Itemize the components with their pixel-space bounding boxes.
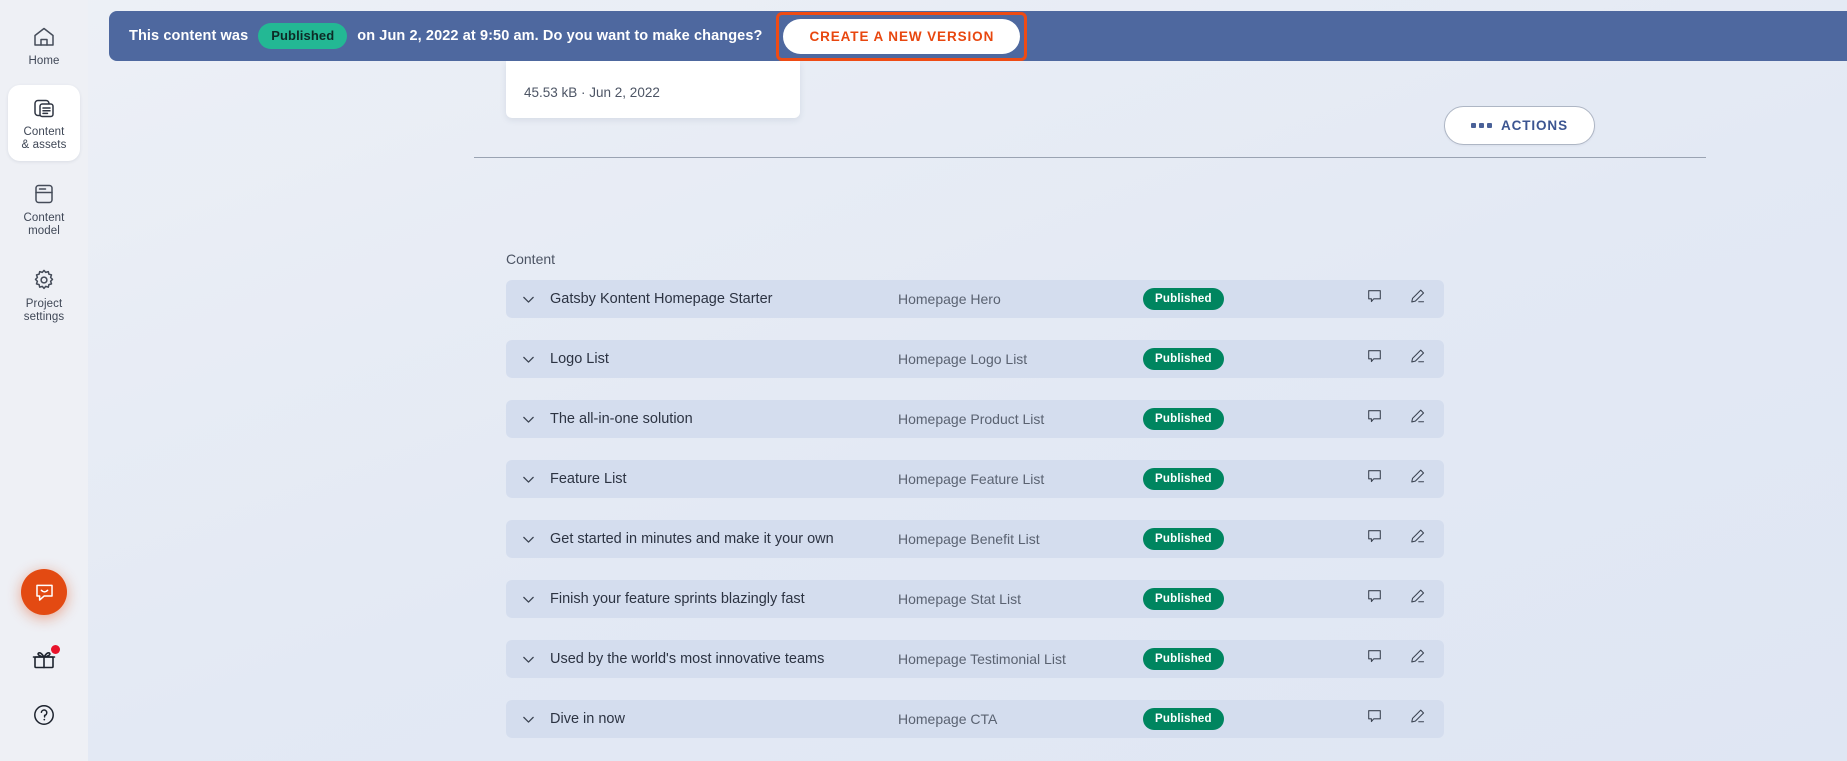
banner-message: This content was Published on Jun 2, 202… [129, 23, 762, 49]
row-content-type: Homepage Benefit List [898, 531, 1040, 547]
content-rows-list: Gatsby Kontent Homepage Starter Homepage … [506, 280, 1444, 760]
edit-pencil-icon[interactable] [1409, 648, 1426, 670]
status-badge: Published [1143, 288, 1224, 310]
section-divider [474, 157, 1706, 158]
row-actions [1366, 408, 1426, 430]
table-row[interactable]: Gatsby Kontent Homepage Starter Homepage … [506, 280, 1444, 318]
row-content-type: Homepage Stat List [898, 591, 1021, 607]
banner-prefix: This content was [129, 28, 249, 44]
chevron-down-icon[interactable] [506, 291, 550, 308]
table-row[interactable]: Dive in now Homepage CTA Published [506, 700, 1444, 738]
row-actions [1366, 468, 1426, 490]
main-content-area: 45.53 kB · Jun 2, 2022 ACTIONS Content G… [88, 61, 1847, 761]
table-row[interactable]: Feature List Homepage Feature List Publish… [506, 460, 1444, 498]
sidebar-item-label: Home [28, 55, 60, 67]
comment-icon[interactable] [1366, 348, 1383, 370]
chevron-down-icon[interactable] [506, 531, 550, 548]
comment-icon[interactable] [1366, 288, 1383, 310]
row-actions [1366, 708, 1426, 730]
comment-icon[interactable] [1366, 708, 1383, 730]
asset-card[interactable]: 45.53 kB · Jun 2, 2022 [506, 61, 800, 118]
row-title: Finish your feature sprints blazingly fa… [550, 591, 805, 607]
row-actions [1366, 528, 1426, 550]
status-badge: Published [1143, 468, 1224, 490]
chevron-down-icon[interactable] [506, 351, 550, 368]
help-circle-icon[interactable] [32, 703, 56, 727]
chevron-down-icon[interactable] [506, 591, 550, 608]
row-title: Feature List [550, 471, 627, 487]
home-icon [31, 24, 57, 50]
row-actions [1366, 288, 1426, 310]
comment-icon[interactable] [1366, 648, 1383, 670]
edit-pencil-icon[interactable] [1409, 348, 1426, 370]
row-title: Get started in minutes and make it your … [550, 531, 834, 547]
sidebar-item-content-model[interactable]: Content model [8, 171, 80, 247]
edit-pencil-icon[interactable] [1409, 528, 1426, 550]
row-content-type: Homepage Hero [898, 291, 1001, 307]
banner-status-badge: Published [258, 23, 348, 49]
edit-pencil-icon[interactable] [1409, 408, 1426, 430]
gift-icon[interactable] [31, 645, 60, 673]
sidebar-item-home[interactable]: Home [8, 14, 80, 77]
row-title: The all-in-one solution [550, 411, 693, 427]
app-root: Home Content & assets Content model Proj… [0, 0, 1847, 761]
row-content-type: Homepage Logo List [898, 351, 1028, 367]
create-new-version-button[interactable]: CREATE A NEW VERSION [783, 18, 1021, 54]
edit-pencil-icon[interactable] [1409, 588, 1426, 610]
chevron-down-icon[interactable] [506, 471, 550, 488]
row-actions [1366, 348, 1426, 370]
sidebar-item-label: Content model [23, 212, 65, 237]
row-title: Gatsby Kontent Homepage Starter [550, 291, 773, 307]
edit-pencil-icon[interactable] [1409, 288, 1426, 310]
gear-icon [31, 267, 57, 293]
table-row[interactable]: Logo List Homepage Logo List Published [506, 340, 1444, 378]
row-content-type: Homepage Feature List [898, 471, 1045, 487]
content-section-heading: Content [506, 251, 556, 267]
sidebar-bottom-group [0, 569, 88, 761]
chat-bubble-icon[interactable] [21, 569, 67, 615]
row-content-type: Homepage CTA [898, 711, 998, 727]
comment-icon[interactable] [1366, 468, 1383, 490]
row-actions [1366, 588, 1426, 610]
content-model-icon [31, 181, 57, 207]
comment-icon[interactable] [1366, 528, 1383, 550]
chevron-down-icon[interactable] [506, 651, 550, 668]
status-badge: Published [1143, 528, 1224, 550]
row-content-type: Homepage Product List [898, 411, 1045, 427]
comment-icon[interactable] [1366, 408, 1383, 430]
sidebar-item-content-assets[interactable]: Content & assets [8, 85, 80, 161]
edit-pencil-icon[interactable] [1409, 708, 1426, 730]
row-title: Logo List [550, 351, 609, 367]
ellipsis-icon [1471, 123, 1492, 128]
asset-meta: 45.53 kB · Jun 2, 2022 [524, 85, 660, 100]
status-badge: Published [1143, 348, 1224, 370]
status-badge: Published [1143, 408, 1224, 430]
status-badge: Published [1143, 648, 1224, 670]
sidebar-item-label: Project settings [23, 298, 65, 323]
gift-notification-dot [51, 645, 60, 654]
edit-pencil-icon[interactable] [1409, 468, 1426, 490]
table-row[interactable]: Used by the world's most innovative team… [506, 640, 1444, 678]
row-title: Used by the world's most innovative team… [550, 651, 825, 667]
status-badge: Published [1143, 708, 1224, 730]
actions-button[interactable]: ACTIONS [1444, 106, 1595, 145]
comment-icon[interactable] [1366, 588, 1383, 610]
row-actions [1366, 648, 1426, 670]
sidebar-item-label: Content & assets [21, 126, 67, 151]
sidebar-item-project-settings[interactable]: Project settings [8, 257, 80, 333]
main-sidebar: Home Content & assets Content model Proj… [0, 0, 88, 761]
banner-suffix: on Jun 2, 2022 at 9:50 am. Do you want t… [357, 28, 763, 44]
publish-status-banner: This content was Published on Jun 2, 202… [109, 11, 1847, 61]
table-row[interactable]: Get started in minutes and make it your … [506, 520, 1444, 558]
table-row[interactable]: Finish your feature sprints blazingly fa… [506, 580, 1444, 618]
row-content-type: Homepage Testimonial List [898, 651, 1066, 667]
chevron-down-icon[interactable] [506, 411, 550, 428]
status-badge: Published [1143, 588, 1224, 610]
create-version-highlight: CREATE A NEW VERSION [776, 11, 1028, 61]
actions-button-label: ACTIONS [1500, 118, 1568, 133]
content-assets-icon [31, 95, 57, 121]
table-row[interactable]: The all-in-one solution Homepage Product … [506, 400, 1444, 438]
row-title: Dive in now [550, 711, 625, 727]
chevron-down-icon[interactable] [506, 711, 550, 728]
